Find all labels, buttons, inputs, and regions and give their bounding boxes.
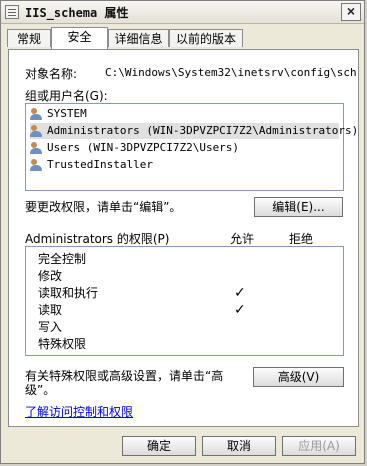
user-group-icon — [30, 142, 44, 154]
allow-header: 允许 — [230, 232, 255, 246]
ok-button[interactable]: 确定 — [122, 436, 196, 456]
window-title: IIS_schema 属性 — [25, 6, 129, 20]
properties-dialog: IIS_schema 属性 × 常规 安全 详细信息 以前的版本 对象名称: C… — [0, 0, 365, 464]
object-name-value: C:\Windows\System32\inetsrv\config\schem — [105, 66, 357, 79]
advanced-button[interactable]: 高级(V) — [253, 367, 344, 387]
cancel-button[interactable]: 取消 — [202, 436, 276, 456]
permissions-list: 完全控制 修改 读取和执行 ✓ 读取 ✓ 写入 特殊权限 — [25, 246, 344, 356]
object-name-label: 对象名称: — [25, 67, 78, 81]
permission-header: Administrators 的权限(P) — [25, 232, 170, 246]
user-group-icon — [30, 159, 44, 171]
user-group-icon — [30, 125, 44, 137]
list-item[interactable]: SYSTEM — [30, 106, 339, 122]
tab-strip: 常规 安全 详细信息 以前的版本 — [7, 27, 359, 51]
change-permission-text: 要更改权限，请单击“编辑”。 — [25, 200, 182, 214]
allow-check-icon: ✓ — [234, 285, 246, 301]
permission-read: 读取 — [38, 303, 63, 317]
permission-write: 写入 — [38, 320, 63, 334]
user-group-icon — [30, 108, 44, 120]
help-link[interactable]: 了解访问控制和权限 — [25, 403, 133, 420]
allow-check-icon: ✓ — [234, 302, 246, 318]
list-item[interactable]: Users (WIN-3DPVZPCI7Z2\Users) — [30, 140, 339, 156]
permission-read-execute: 读取和执行 — [38, 286, 99, 300]
tab-security[interactable]: 安全 — [51, 27, 108, 49]
groups-label: 组或用户名(G): — [25, 89, 108, 103]
permission-special: 特殊权限 — [38, 337, 87, 351]
title-bar: IIS_schema 属性 × — [1, 1, 364, 24]
close-button[interactable]: × — [341, 3, 361, 21]
apply-button[interactable]: 应用(A) — [282, 436, 356, 456]
permission-modify: 修改 — [38, 269, 63, 283]
tab-details[interactable]: 详细信息 — [108, 29, 169, 47]
tab-previous-versions[interactable]: 以前的版本 — [169, 29, 243, 47]
list-item[interactable]: Administrators (WIN-3DPVZPCI7Z2\Administ… — [30, 123, 358, 139]
users-listbox[interactable]: SYSTEM Administrators (WIN-3DPVZPCI7Z2\A… — [25, 103, 358, 191]
tab-general[interactable]: 常规 — [7, 29, 51, 47]
window-icon — [5, 5, 19, 19]
permission-full-control: 完全控制 — [38, 252, 87, 266]
advanced-text-line2: 级”。 — [25, 383, 56, 397]
deny-header: 拒绝 — [289, 232, 314, 246]
edit-button[interactable]: 编辑(E)... — [254, 197, 343, 217]
list-item[interactable]: TrustedInstaller — [30, 157, 339, 173]
